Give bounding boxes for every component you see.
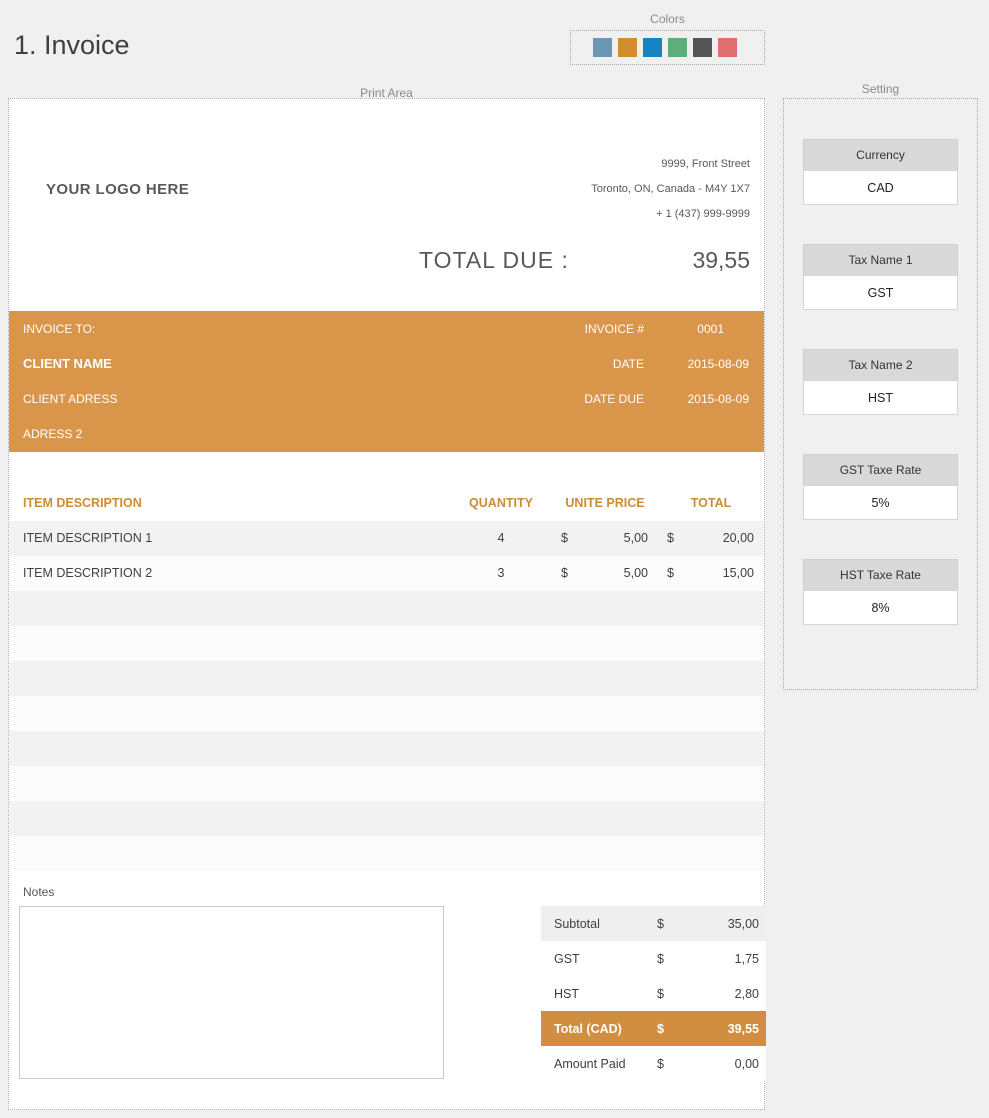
- color-swatch-blue[interactable]: [643, 38, 662, 57]
- notes-label: Notes: [23, 885, 55, 899]
- item-1-total: 20,00: [722, 531, 754, 545]
- tax-name-1-field-value[interactable]: GST: [803, 275, 958, 310]
- amount-paid-row: Amount Paid $ 0,00: [541, 1046, 766, 1081]
- hst-value: 2,80: [734, 986, 759, 1001]
- gst-label: GST: [554, 951, 580, 966]
- invoice-date-due-label: DATE DUE: [584, 391, 644, 406]
- item-1-description[interactable]: ITEM DESCRIPTION 1: [23, 521, 152, 556]
- gst-currency-symbol: $: [657, 951, 664, 966]
- subtotal-row: Subtotal $ 35,00: [541, 906, 766, 941]
- hst-currency-symbol: $: [657, 986, 664, 1001]
- invoice-number-label: INVOICE #: [584, 321, 644, 336]
- header-quantity: QUANTITY: [469, 496, 533, 510]
- notes-input[interactable]: [19, 906, 444, 1079]
- color-swatch-dark-gray[interactable]: [693, 38, 712, 57]
- gst-tax-rate-field-label: GST Taxe Rate: [803, 454, 958, 485]
- client-address2-field[interactable]: ADRESS 2: [23, 416, 117, 451]
- currency-field-value[interactable]: CAD: [803, 170, 958, 205]
- company-address-line2: Toronto, ON, Canada - M4Y 1X7: [591, 183, 750, 195]
- hst-row: HST $ 2,80: [541, 976, 766, 1011]
- invoice-number-value[interactable]: 0001: [644, 322, 749, 336]
- amount-paid-value[interactable]: 0,00: [687, 1057, 759, 1071]
- company-address-line3: + 1 (437) 999-9999: [656, 208, 750, 220]
- header-unit-price: UNITE PRICE: [565, 496, 645, 510]
- item-2-description[interactable]: ITEM DESCRIPTION 2: [23, 556, 152, 591]
- totals-summary: Subtotal $ 35,00 GST $ 1,75 HST $ 2,80 T…: [541, 906, 766, 1081]
- company-address[interactable]: 9999, Front Street Toronto, ON, Canada -…: [591, 152, 750, 227]
- grand-total-value: 39,55: [727, 1021, 759, 1036]
- invoice-date-row: DATE 2015-08-09: [534, 346, 749, 381]
- total-due-value: 39,55: [692, 247, 750, 273]
- subtotal-currency-symbol: $: [657, 916, 664, 931]
- colors-group-label: Colors: [650, 12, 685, 26]
- header-total: TOTAL: [690, 496, 732, 510]
- invoice-to-label: INVOICE TO:: [23, 321, 96, 336]
- empty-table-row[interactable]: [9, 766, 764, 801]
- currency-field: Currency CAD: [803, 139, 958, 205]
- empty-table-row[interactable]: [9, 591, 764, 626]
- settings-panel: Currency CAD Tax Name 1 GST Tax Name 2 H…: [783, 98, 978, 690]
- item-1-unit-price[interactable]: 5,00: [573, 521, 648, 556]
- currency-field-label: Currency: [803, 139, 958, 170]
- gst-tax-rate-field: GST Taxe Rate 5%: [803, 454, 958, 520]
- client-address-field[interactable]: CLIENT ADRESS: [23, 381, 117, 416]
- item-2-unit-price[interactable]: 5,00: [573, 556, 648, 591]
- grand-total-row: Total (CAD) $ 39,55: [541, 1011, 766, 1046]
- invoice-date-label: DATE: [612, 356, 644, 371]
- empty-table-row[interactable]: [9, 801, 764, 836]
- tax-name-1-field-label: Tax Name 1: [803, 244, 958, 275]
- color-swatch-green[interactable]: [668, 38, 687, 57]
- item-1-quantity[interactable]: 4: [443, 521, 559, 556]
- hst-label: HST: [554, 986, 579, 1001]
- empty-table-row[interactable]: [9, 731, 764, 766]
- client-name-field[interactable]: CLIENT NAME: [23, 346, 117, 381]
- hst-tax-rate-field-value[interactable]: 8%: [803, 590, 958, 625]
- items-header-row: ITEM DESCRIPTION QUANTITY UNITE PRICE TO…: [9, 486, 764, 521]
- company-address-line1: 9999, Front Street: [661, 158, 750, 170]
- empty-table-row[interactable]: [9, 696, 764, 731]
- colors-swatch-group: [570, 30, 765, 65]
- empty-table-row[interactable]: [9, 626, 764, 661]
- invoice-date-due-row: DATE DUE 2015-08-09: [534, 381, 749, 416]
- invoice-date-value[interactable]: 2015-08-09: [644, 357, 749, 371]
- bill-to-left-column: INVOICE TO: CLIENT NAME CLIENT ADRESS AD…: [23, 311, 117, 451]
- items-table: ITEM DESCRIPTION QUANTITY UNITE PRICE TO…: [9, 486, 764, 871]
- color-swatch-steel-blue[interactable]: [593, 38, 612, 57]
- gst-value: 1,75: [734, 951, 759, 966]
- amount-paid-label: Amount Paid: [554, 1056, 626, 1071]
- item-row-2[interactable]: ITEM DESCRIPTION 2 3 $ 5,00 $ 15,00: [9, 556, 764, 591]
- item-2-quantity[interactable]: 3: [443, 556, 559, 591]
- page-title: 1. Invoice: [14, 30, 130, 60]
- tax-name-2-field-value[interactable]: HST: [803, 380, 958, 415]
- item-2-total: 15,00: [722, 566, 754, 580]
- invoice-date-due-value[interactable]: 2015-08-09: [644, 392, 749, 406]
- total-due-label: TOTAL DUE :: [419, 247, 569, 273]
- hst-tax-rate-field: HST Taxe Rate 8%: [803, 559, 958, 625]
- grand-total-label: Total (CAD): [554, 1021, 622, 1036]
- color-swatch-red[interactable]: [718, 38, 737, 57]
- gst-row: GST $ 1,75: [541, 941, 766, 976]
- hst-tax-rate-field-label: HST Taxe Rate: [803, 559, 958, 590]
- bill-to-section: INVOICE TO: CLIENT NAME CLIENT ADRESS AD…: [9, 311, 764, 452]
- color-swatch-orange[interactable]: [618, 38, 637, 57]
- subtotal-value: 35,00: [727, 916, 759, 931]
- tax-name-2-field: Tax Name 2 HST: [803, 349, 958, 415]
- empty-table-row[interactable]: [9, 661, 764, 696]
- tax-name-1-field: Tax Name 1 GST: [803, 244, 958, 310]
- invoice-number-row: INVOICE # 0001: [534, 311, 749, 346]
- header-item-description: ITEM DESCRIPTION: [23, 496, 142, 510]
- subtotal-label: Subtotal: [554, 916, 600, 931]
- logo-placeholder[interactable]: YOUR LOGO HERE: [46, 181, 189, 198]
- grand-total-currency-symbol: $: [657, 1021, 664, 1036]
- tax-name-2-field-label: Tax Name 2: [803, 349, 958, 380]
- empty-table-row[interactable]: [9, 836, 764, 871]
- invoice-meta: INVOICE # 0001 DATE 2015-08-09 DATE DUE …: [534, 311, 749, 416]
- invoice-print-area: YOUR LOGO HERE 9999, Front Street Toront…: [8, 98, 766, 1110]
- item-row-1[interactable]: ITEM DESCRIPTION 1 4 $ 5,00 $ 20,00: [9, 521, 764, 556]
- gst-tax-rate-field-value[interactable]: 5%: [803, 485, 958, 520]
- amount-paid-currency-symbol: $: [657, 1056, 664, 1071]
- setting-group-label: Setting: [861, 82, 900, 96]
